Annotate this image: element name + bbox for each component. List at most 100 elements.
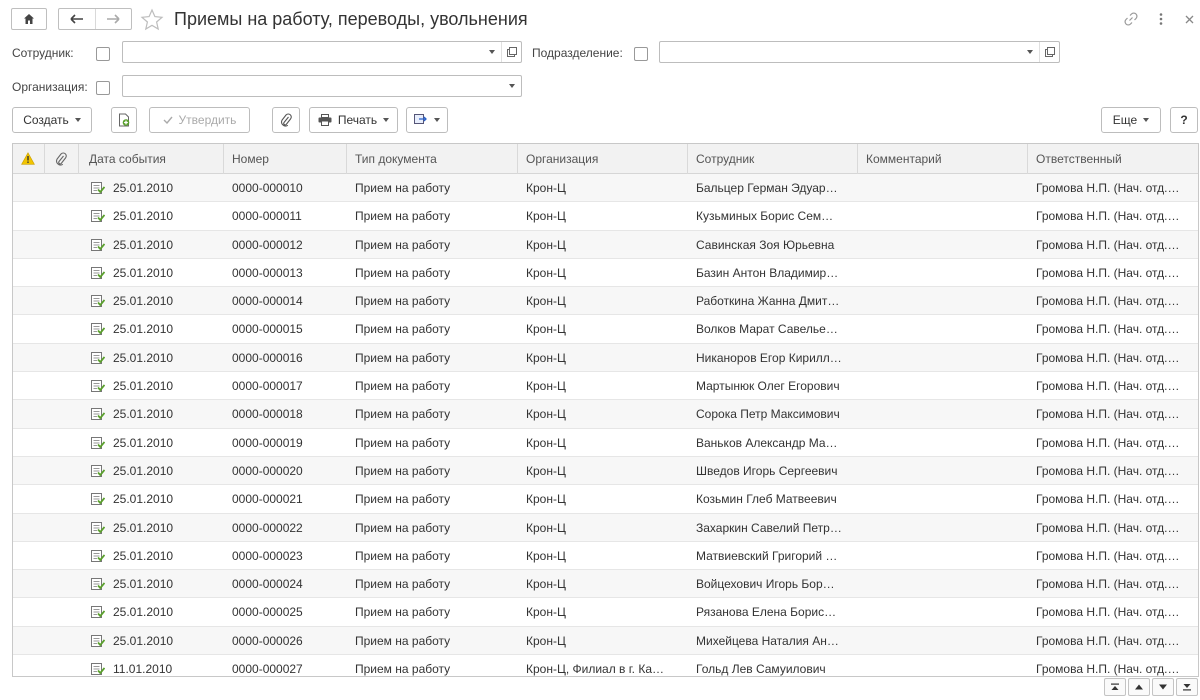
favorite-button[interactable] [140,8,166,34]
cell-doc-type: Прием на работу [355,379,451,394]
cell-organization: Крон-Ц [526,350,566,365]
employee-filter-checkbox[interactable] [96,47,110,61]
cell-number: 0000-000020 [232,463,303,478]
home-icon [24,14,34,24]
cell-employee: Войцехович Игорь Бор… [696,577,835,592]
employee-open-button[interactable] [501,42,521,62]
arrow-right-icon [107,14,120,24]
cell-employee: Базин Антон Владимир… [696,265,839,280]
table-row[interactable]: 25.01.2010 0000-000018 Прием на работу Крон… [13,400,1198,429]
employee-dropdown-button[interactable] [483,42,501,62]
table-row[interactable]: 11.01.2010 0000-000027 Прием на работу Крон… [13,655,1198,676]
employee-filter-value [123,39,131,67]
cell-comment [858,514,1028,542]
table-row[interactable]: 25.01.2010 0000-000023 Прием на работу Крон… [13,541,1198,571]
cell-employee: Мартынюк Олег Егорович [696,379,840,394]
cell-employee: Михейцева Наталия Ан… [696,633,839,648]
employee-filter-field[interactable] [122,41,522,63]
open-form-icon [506,47,517,57]
table-row[interactable]: 25.01.2010 0000-000010 Прием на работу Крон… [13,174,1198,203]
cell-number: 0000-000021 [232,492,303,507]
table-row[interactable]: 25.01.2010 0000-000020 Прием на работу Крон… [13,456,1198,486]
table-row[interactable]: 25.01.2010 0000-000026 Прием на работу Крон… [13,626,1198,656]
table-row[interactable]: 25.01.2010 0000-000011 Прием на работу Крон… [13,202,1198,231]
department-filter-field[interactable] [659,41,1060,63]
table-row[interactable]: 25.01.2010 0000-000013 Прием на работу Крон… [13,258,1198,288]
chevron-down-icon [509,84,515,88]
create-copy-button[interactable] [111,107,137,133]
table-row[interactable]: 25.01.2010 0000-000021 Прием на работу Крон… [13,485,1198,514]
department-dropdown-button[interactable] [1021,42,1039,62]
cell-employee: Никаноров Егор Кирилл… [696,350,842,365]
create-button[interactable]: Создать [12,107,92,133]
cell-comment [858,485,1028,513]
organization-dropdown-button[interactable] [503,76,521,96]
cell-responsible: Громова Н.П. (Нач. отд.… [1036,520,1180,535]
column-header-number[interactable]: Номер [224,144,347,174]
help-button[interactable]: ? [1170,107,1198,133]
column-header-comment[interactable]: Комментарий [858,144,1028,174]
table-row[interactable]: 25.01.2010 0000-000024 Прием на работу Крон… [13,570,1198,599]
cell-doc-type: Прием на работу [355,294,451,309]
cell-date: 25.01.2010 [113,577,174,592]
attachments-button[interactable] [272,107,300,133]
column-header-responsible[interactable]: Ответственный [1028,144,1198,174]
table-header: Дата события Номер Тип документа Организ… [13,144,1198,174]
table-row[interactable]: 25.01.2010 0000-000012 Прием на работу Крон… [13,230,1198,259]
create-button-label: Создать [23,113,69,127]
forward-button[interactable] [96,9,132,29]
table-row[interactable]: 25.01.2010 0000-000016 Прием на работу Крон… [13,343,1198,373]
scroll-bottom-icon [1183,684,1191,691]
scroll-to-last-button[interactable] [1176,678,1198,696]
cell-responsible: Громова Н.П. (Нач. отд.… [1036,265,1180,280]
column-header-employee[interactable]: Сотрудник [688,144,858,174]
cell-date: 25.01.2010 [113,181,174,195]
department-open-button[interactable] [1039,42,1059,62]
cell-comment [858,344,1028,372]
column-header-date[interactable]: Дата события [79,144,224,174]
back-button[interactable] [59,9,95,29]
column-header-warning[interactable] [13,144,45,174]
table-row[interactable]: 25.01.2010 0000-000025 Прием на работу Крон… [13,598,1198,627]
cell-responsible: Громова Н.П. (Нач. отд.… [1036,492,1180,507]
table-row[interactable]: 25.01.2010 0000-000019 Прием на работу Крон… [13,428,1198,457]
cell-date: 25.01.2010 [113,294,174,309]
cell-date: 25.01.2010 [113,209,174,224]
more-actions-button[interactable]: Еще [1101,107,1161,133]
home-button[interactable] [11,8,47,30]
cell-number: 0000-000014 [232,294,303,309]
table-row[interactable]: 25.01.2010 0000-000015 Прием на работу Крон… [13,315,1198,344]
chevron-down-icon [434,118,440,122]
scroll-to-first-button[interactable] [1104,678,1126,696]
table-row[interactable]: 25.01.2010 0000-000022 Прием на работу Крон… [13,513,1198,542]
link-button[interactable] [1122,10,1140,28]
cell-number: 0000-000024 [232,577,303,592]
title-bar: Приемы на работу, переводы, увольнения [0,0,1200,40]
table-row[interactable]: 25.01.2010 0000-000017 Прием на работу Крон… [13,372,1198,401]
cell-responsible: Громова Н.П. (Нач. отд.… [1036,548,1180,563]
cell-comment [858,627,1028,655]
more-actions-label: Еще [1112,113,1138,127]
close-button[interactable] [1180,10,1198,28]
cell-comment [858,570,1028,598]
department-filter-checkbox[interactable] [634,47,648,61]
cell-employee: Бальцер Герман Эдуар… [696,181,838,195]
scroll-up-button[interactable] [1128,678,1150,696]
cell-responsible: Громова Н.П. (Нач. отд.… [1036,322,1180,337]
cell-number: 0000-000019 [232,435,303,450]
cell-organization: Крон-Ц [526,407,566,422]
cell-responsible: Громова Н.П. (Нач. отд.… [1036,605,1180,620]
cell-employee: Кузьминых Борис Сем… [696,209,834,224]
table-row[interactable]: 25.01.2010 0000-000014 Прием на работу Крон… [13,287,1198,316]
organization-filter-checkbox[interactable] [96,81,110,95]
column-header-attachment[interactable] [45,144,79,174]
column-header-organization[interactable]: Организация [518,144,688,174]
approve-button[interactable]: Утвердить [149,107,250,133]
more-menu-button[interactable] [1152,10,1170,28]
column-header-doc-type[interactable]: Тип документа [347,144,518,174]
related-documents-button[interactable] [406,107,448,133]
organization-filter-field[interactable] [122,75,522,97]
scroll-down-button[interactable] [1152,678,1174,696]
cell-number: 0000-000026 [232,633,303,648]
print-button[interactable]: Печать [309,107,398,133]
